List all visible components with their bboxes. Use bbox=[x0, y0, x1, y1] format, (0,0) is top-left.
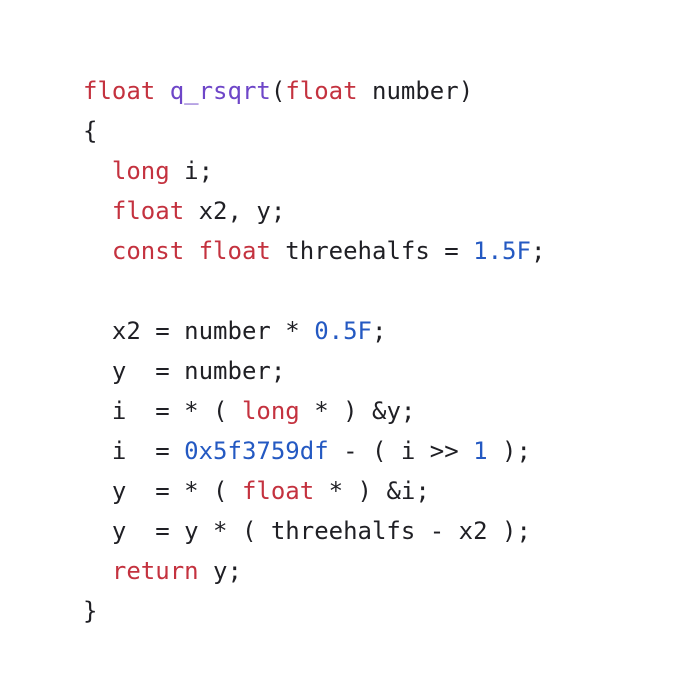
code-line: { bbox=[83, 111, 545, 151]
code-token-plain: * ) &y; bbox=[299, 397, 416, 425]
code-line: return y; bbox=[83, 551, 545, 591]
code-token-plain: threehalfs = bbox=[270, 237, 474, 265]
code-token-plain: ; bbox=[371, 317, 387, 345]
code-line: y = * ( float * ) &i; bbox=[83, 471, 545, 511]
code-token-keyword: return bbox=[111, 557, 199, 585]
code-token-number: 1.5F bbox=[473, 237, 531, 265]
code-token-keyword: float bbox=[285, 77, 358, 105]
code-token-keyword: long bbox=[111, 157, 170, 185]
code-line: } bbox=[83, 591, 545, 631]
code-token-plain: ); bbox=[487, 437, 531, 465]
code-token-plain: y; bbox=[198, 557, 242, 585]
code-line: y = number; bbox=[83, 351, 545, 391]
code-token-plain: x2 = number * bbox=[83, 317, 315, 345]
code-token-plain: y = * ( bbox=[83, 477, 242, 505]
code-token-plain: y = y * ( threehalfs - x2 ); bbox=[83, 517, 531, 545]
code-token-plain: } bbox=[83, 597, 98, 625]
code-token-plain: i = * ( bbox=[83, 397, 242, 425]
code-token-plain: * ) &i; bbox=[314, 477, 430, 505]
code-token-keyword: long bbox=[241, 397, 300, 425]
code-token-keyword: float bbox=[198, 237, 271, 265]
code-token-plain: ; bbox=[530, 237, 546, 265]
code-token-keyword: float bbox=[241, 477, 315, 505]
code-token-keyword: float bbox=[111, 197, 185, 225]
code-token-plain: y = number; bbox=[83, 357, 286, 385]
code-token-plain: { bbox=[83, 117, 98, 145]
code-line: long i; bbox=[83, 151, 545, 191]
code-token-plain: - ( i >> bbox=[328, 437, 474, 465]
code-line: float x2, y; bbox=[83, 191, 545, 231]
code-token-plain: number) bbox=[357, 77, 474, 105]
code-line: x2 = number * 0.5F; bbox=[83, 311, 545, 351]
code-block: float q_rsqrt(float number){ long i; flo… bbox=[83, 71, 545, 631]
code-token-plain: i; bbox=[169, 157, 214, 185]
code-token-plain: ( bbox=[270, 77, 286, 105]
code-line: i = * ( long * ) &y; bbox=[83, 391, 545, 431]
code-token-number: 0.5F bbox=[314, 317, 372, 345]
code-token-keyword: const bbox=[111, 237, 185, 265]
code-line: i = 0x5f3759df - ( i >> 1 ); bbox=[83, 431, 545, 471]
code-token-number: 0x5f3759df bbox=[184, 437, 329, 465]
code-token-plain: x2, y; bbox=[184, 197, 286, 225]
code-line: float q_rsqrt(float number) bbox=[83, 71, 545, 111]
code-token-keyword: float bbox=[83, 77, 156, 105]
code-token-number: 1 bbox=[473, 437, 488, 465]
code-token-plain: i = bbox=[83, 437, 185, 465]
code-token-function: q_rsqrt bbox=[169, 77, 271, 105]
code-line: y = y * ( threehalfs - x2 ); bbox=[83, 511, 545, 551]
code-line: const float threehalfs = 1.5F; bbox=[83, 231, 546, 271]
